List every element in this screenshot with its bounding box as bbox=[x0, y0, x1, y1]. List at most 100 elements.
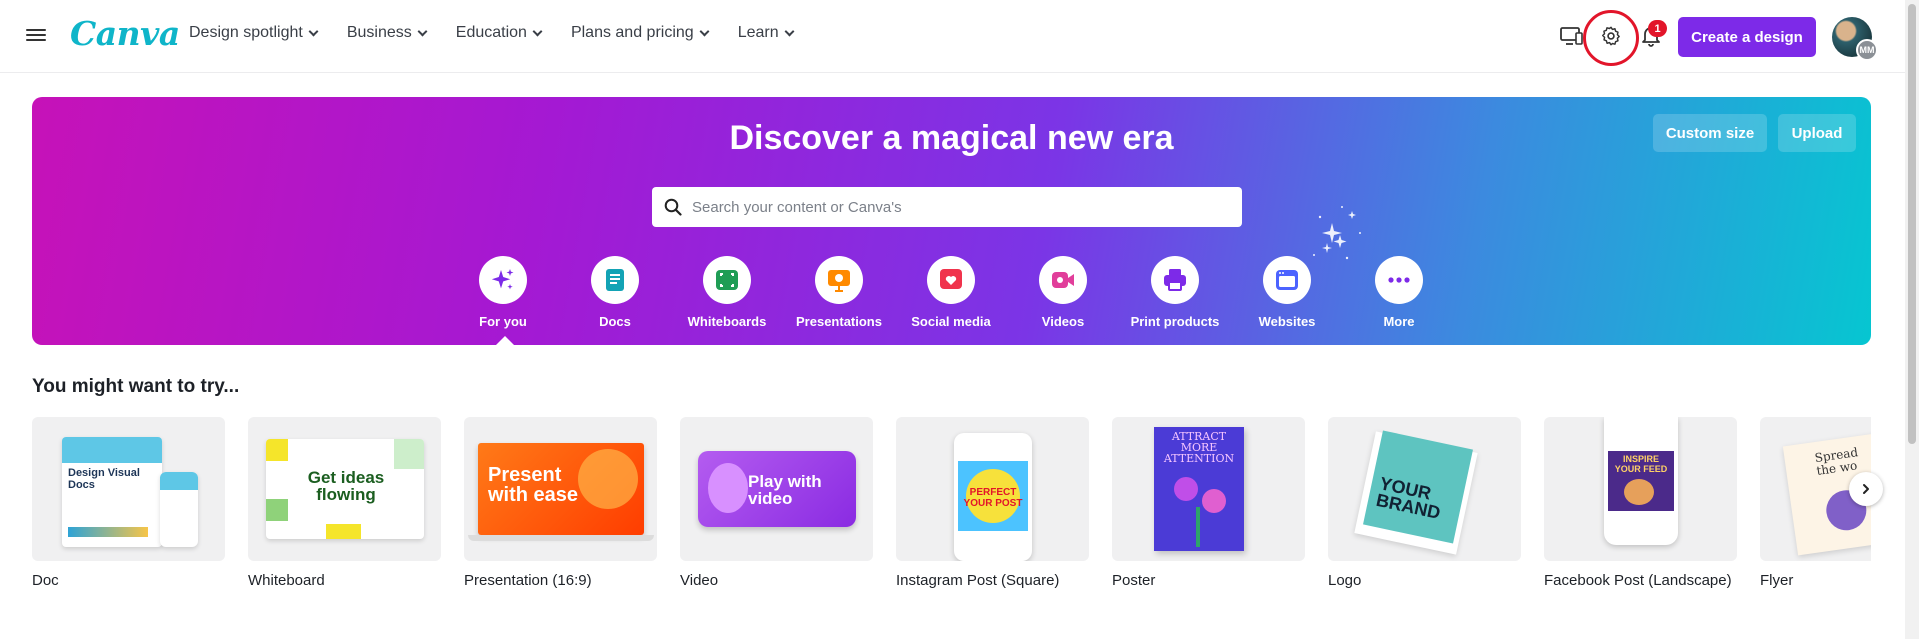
thumbnail-text: INSPIRE YOUR FEED bbox=[1614, 454, 1668, 474]
suggestion-card-video[interactable]: Play with video Video bbox=[680, 417, 873, 589]
card-label: Logo bbox=[1328, 572, 1362, 589]
card-label: Doc bbox=[32, 572, 59, 589]
vertical-scrollbar[interactable] bbox=[1905, 0, 1919, 639]
website-icon bbox=[1263, 256, 1311, 304]
nav-learn[interactable]: Learn bbox=[737, 24, 795, 42]
category-for-you[interactable]: For you bbox=[448, 256, 558, 329]
thumbnail-text: PERFECT YOUR POST bbox=[963, 487, 1023, 509]
category-label: Print products bbox=[1130, 314, 1220, 329]
avatar-initials: MM bbox=[1856, 39, 1878, 61]
card-thumbnail: Design Visual Docs bbox=[32, 417, 225, 561]
card-label: Whiteboard bbox=[248, 572, 325, 589]
scrollbar-thumb[interactable] bbox=[1908, 4, 1916, 444]
category-label: Docs bbox=[599, 314, 631, 329]
thumbnail-text: Get ideas flowing bbox=[307, 468, 385, 504]
chevron-down-icon bbox=[308, 26, 319, 36]
printer-icon bbox=[1151, 256, 1199, 304]
whiteboard-icon bbox=[703, 256, 751, 304]
notification-badge: 1 bbox=[1648, 20, 1667, 37]
category-shortcuts: For you Docs Whiteboards Presentations S… bbox=[32, 256, 1871, 345]
card-thumbnail: INSPIRE YOUR FEED bbox=[1544, 417, 1737, 561]
card-label: Flyer bbox=[1760, 572, 1794, 589]
search-bar[interactable] bbox=[652, 187, 1242, 227]
category-label: Websites bbox=[1258, 314, 1316, 329]
upload-button[interactable]: Upload bbox=[1778, 114, 1856, 152]
thumbnail-text: Design Visual Docs bbox=[68, 467, 140, 491]
suggestion-card-presentation[interactable]: Present with ease Presentation (16:9) bbox=[464, 417, 657, 589]
thumbnail-text: Play with video bbox=[748, 472, 822, 508]
category-docs[interactable]: Docs bbox=[560, 256, 670, 329]
suggestion-card-instagram-post[interactable]: PERFECT YOUR POST Instagram Post (Square… bbox=[896, 417, 1089, 589]
thumbnail-text: YOUR BRAND bbox=[1374, 473, 1443, 523]
more-dots-icon bbox=[1375, 256, 1423, 304]
settings-gear-icon[interactable] bbox=[1593, 18, 1629, 54]
card-label: Presentation (16:9) bbox=[464, 572, 592, 589]
search-input[interactable] bbox=[692, 198, 1212, 216]
hero-banner: Discover a magical new era Custom size U… bbox=[32, 97, 1871, 345]
category-social-media[interactable]: Social media bbox=[896, 256, 1006, 329]
chevron-down-icon bbox=[699, 26, 710, 36]
card-thumbnail: YOUR BRAND bbox=[1328, 417, 1521, 561]
category-whiteboards[interactable]: Whiteboards bbox=[672, 256, 782, 329]
nav-label: Design spotlight bbox=[189, 24, 303, 41]
section-title: You might want to try... bbox=[32, 376, 240, 397]
search-icon bbox=[664, 198, 682, 216]
top-navigation-bar: Canva Design spotlight Business Educatio… bbox=[0, 0, 1905, 73]
card-label: Facebook Post (Landscape) bbox=[1544, 572, 1732, 589]
menu-icon[interactable] bbox=[26, 26, 46, 46]
card-label: Instagram Post (Square) bbox=[896, 572, 1060, 589]
card-thumbnail: Get ideas flowing bbox=[248, 417, 441, 561]
suggestion-carousel: Design Visual Docs Doc Get ideas flowing… bbox=[32, 417, 1871, 597]
card-label: Poster bbox=[1112, 572, 1156, 589]
desktop-app-icon[interactable] bbox=[1553, 18, 1589, 54]
carousel-next-button[interactable] bbox=[1849, 472, 1883, 506]
category-videos[interactable]: Videos bbox=[1008, 256, 1118, 329]
nav-label: Learn bbox=[737, 24, 779, 41]
chevron-down-icon bbox=[784, 26, 795, 36]
create-design-button[interactable]: Create a design bbox=[1678, 17, 1816, 57]
nav-label: Education bbox=[455, 24, 527, 41]
sparkle-icon bbox=[479, 256, 527, 304]
card-thumbnail: ATTRACT MORE ATTENTION bbox=[1112, 417, 1305, 561]
heart-icon bbox=[927, 256, 975, 304]
video-icon bbox=[1039, 256, 1087, 304]
nav-education[interactable]: Education bbox=[455, 24, 543, 42]
nav-label: Business bbox=[346, 24, 412, 41]
nav-plans-and-pricing[interactable]: Plans and pricing bbox=[570, 24, 710, 42]
doc-icon bbox=[591, 256, 639, 304]
suggestion-card-logo[interactable]: YOUR BRAND Logo bbox=[1328, 417, 1521, 589]
thumbnail-text: ATTRACT MORE ATTENTION bbox=[1163, 430, 1235, 465]
chevron-right-icon bbox=[1863, 484, 1869, 494]
nav-design-spotlight[interactable]: Design spotlight bbox=[189, 24, 319, 42]
category-label: Whiteboards bbox=[687, 314, 767, 329]
category-websites[interactable]: Websites bbox=[1232, 256, 1342, 329]
suggestion-card-flyer[interactable]: Spread the wo Flyer bbox=[1760, 417, 1871, 589]
suggestion-card-doc[interactable]: Design Visual Docs Doc bbox=[32, 417, 225, 589]
category-label: Presentations bbox=[796, 314, 882, 329]
category-more[interactable]: More bbox=[1344, 256, 1454, 329]
suggestion-card-whiteboard[interactable]: Get ideas flowing Whiteboard bbox=[248, 417, 441, 589]
avatar[interactable]: MM bbox=[1832, 17, 1878, 61]
suggestion-card-poster[interactable]: ATTRACT MORE ATTENTION Poster bbox=[1112, 417, 1305, 589]
category-print-products[interactable]: Print products bbox=[1120, 256, 1230, 329]
card-thumbnail: Play with video bbox=[680, 417, 873, 561]
custom-size-button[interactable]: Custom size bbox=[1653, 114, 1767, 152]
main-nav: Design spotlight Business Education Plan… bbox=[189, 24, 823, 42]
presentation-icon bbox=[815, 256, 863, 304]
category-label: Social media bbox=[911, 314, 991, 329]
category-label: For you bbox=[479, 314, 527, 329]
card-thumbnail: Present with ease bbox=[464, 417, 657, 561]
card-label: Video bbox=[680, 572, 719, 589]
nav-business[interactable]: Business bbox=[346, 24, 428, 42]
suggestion-card-facebook-post[interactable]: INSPIRE YOUR FEED Facebook Post (Landsca… bbox=[1544, 417, 1737, 589]
category-presentations[interactable]: Presentations bbox=[784, 256, 894, 329]
chevron-down-icon bbox=[417, 26, 428, 36]
canva-logo[interactable]: Canva bbox=[70, 14, 180, 53]
hero-title: Discover a magical new era bbox=[729, 119, 1174, 157]
category-label: Videos bbox=[1041, 314, 1085, 329]
thumbnail-text: Present with ease bbox=[488, 464, 579, 506]
selected-category-pointer bbox=[495, 336, 515, 345]
chevron-down-icon bbox=[532, 26, 543, 36]
card-thumbnail: PERFECT YOUR POST bbox=[896, 417, 1089, 561]
nav-label: Plans and pricing bbox=[570, 24, 694, 41]
